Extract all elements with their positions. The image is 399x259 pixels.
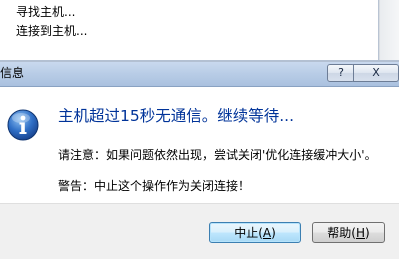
abort-button-label: 中止( bbox=[234, 226, 263, 240]
main-instruction: 主机超过15秒无通信。继续等待... bbox=[58, 107, 295, 125]
help-button-suffix: ) bbox=[365, 226, 370, 240]
dialog-content: 主机超过15秒无通信。继续等待... 请注意：如果问题依然出现，尝试关闭'优化连… bbox=[0, 87, 399, 203]
host-list: 寻找主机... 连接到主机... bbox=[0, 0, 379, 60]
dialog-title: 信息 bbox=[0, 66, 25, 80]
abort-mnemonic: A bbox=[262, 226, 272, 240]
dialog-titlebar[interactable]: 信息 ? X bbox=[0, 62, 399, 87]
help-button-label: 帮助( bbox=[327, 226, 356, 240]
information-icon bbox=[7, 109, 39, 141]
help-mnemonic: H bbox=[355, 226, 366, 240]
warning-text: 警告：中止这个操作作为关闭连接！ bbox=[58, 179, 251, 193]
background-window: 寻找主机... 连接到主机... bbox=[0, 0, 399, 62]
list-scrollbar[interactable] bbox=[379, 0, 399, 60]
list-item-find-host[interactable]: 寻找主机... bbox=[16, 5, 75, 19]
help-button[interactable]: 帮助(H) bbox=[312, 222, 385, 243]
question-mark-icon: ? bbox=[338, 66, 344, 79]
titlebar-close-button[interactable]: X bbox=[353, 64, 399, 82]
abort-button[interactable]: 中止(A) bbox=[209, 222, 301, 243]
titlebar-help-button[interactable]: ? bbox=[327, 64, 355, 82]
close-icon: X bbox=[372, 66, 380, 79]
dialog-footer: 中止(A) 帮助(H) bbox=[0, 203, 399, 259]
list-item-connect-host[interactable]: 连接到主机... bbox=[16, 24, 87, 38]
abort-button-suffix: ) bbox=[271, 226, 276, 240]
info-dialog: 信息 ? X 主机超过15秒无通信。继续等待... 请注意：如果问题依然出现，尝… bbox=[0, 62, 399, 259]
note-text: 请注意：如果问题依然出现，尝试关闭'优化连接缓冲大小'。 bbox=[58, 148, 377, 162]
